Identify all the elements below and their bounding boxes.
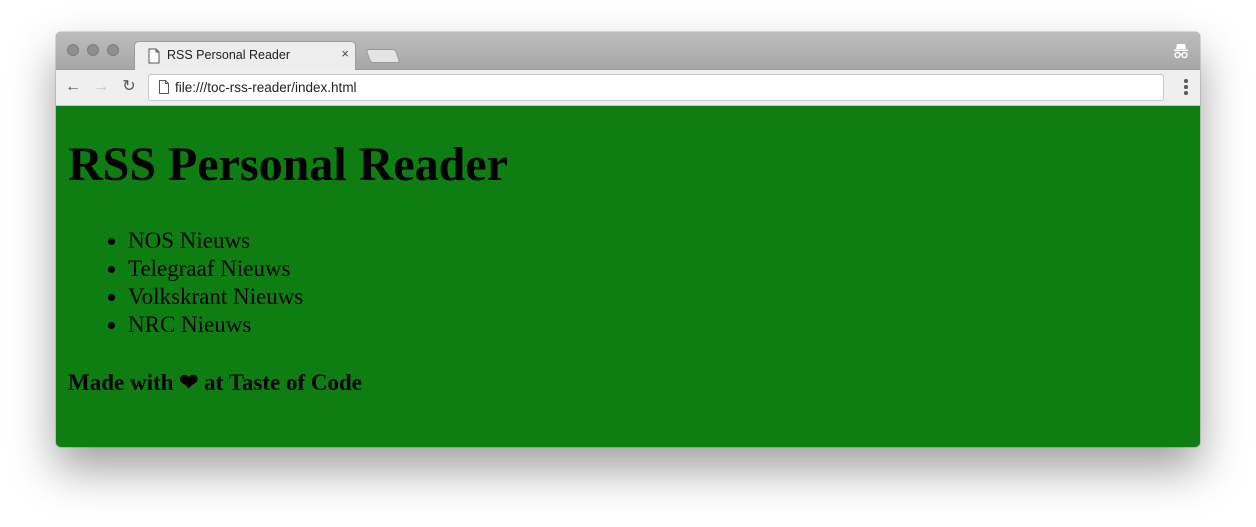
- document-icon: [159, 80, 169, 94]
- dot: [1184, 91, 1188, 95]
- title-bar: RSS Personal Reader ×: [56, 32, 1200, 70]
- new-tab-button[interactable]: [365, 49, 401, 63]
- dot: [1184, 79, 1188, 83]
- incognito-icon: [1174, 44, 1188, 59]
- feed-item-nos: NOS Nieuws: [128, 227, 303, 255]
- feed-item-nrc: NRC Nieuws: [128, 311, 303, 339]
- tab-close-icon[interactable]: ×: [341, 46, 349, 61]
- feed-item-volkskrant: Volkskrant Nieuws: [128, 283, 303, 311]
- url-text[interactable]: file:///toc-rss-reader/index.html: [175, 80, 357, 95]
- close-window-button[interactable]: [67, 44, 79, 56]
- browser-window: RSS Personal Reader × ← → ↻ file:///toc-…: [56, 32, 1200, 447]
- feed-item-telegraaf: Telegraaf Nieuws: [128, 255, 303, 283]
- forward-button[interactable]: →: [92, 78, 110, 96]
- back-button[interactable]: ←: [64, 78, 82, 96]
- address-bar[interactable]: file:///toc-rss-reader/index.html: [148, 74, 1164, 101]
- tab-rss-personal-reader[interactable]: RSS Personal Reader ×: [134, 41, 356, 70]
- document-icon: [148, 48, 160, 64]
- page-content: RSS Personal Reader NOS Nieuws Telegraaf…: [56, 106, 1200, 447]
- page-title: RSS Personal Reader: [68, 138, 508, 191]
- dot: [1184, 85, 1188, 89]
- zoom-window-button[interactable]: [107, 44, 119, 56]
- browser-toolbar: ← → ↻ file:///toc-rss-reader/index.html: [56, 70, 1200, 106]
- feed-list: NOS Nieuws Telegraaf Nieuws Volkskrant N…: [88, 227, 303, 339]
- minimize-window-button[interactable]: [87, 44, 99, 56]
- footer-credit: Made with ❤ at Taste of Code: [68, 370, 362, 395]
- reload-button[interactable]: ↻: [120, 78, 138, 96]
- tab-title: RSS Personal Reader: [167, 48, 290, 62]
- browser-menu-button[interactable]: [1183, 79, 1189, 97]
